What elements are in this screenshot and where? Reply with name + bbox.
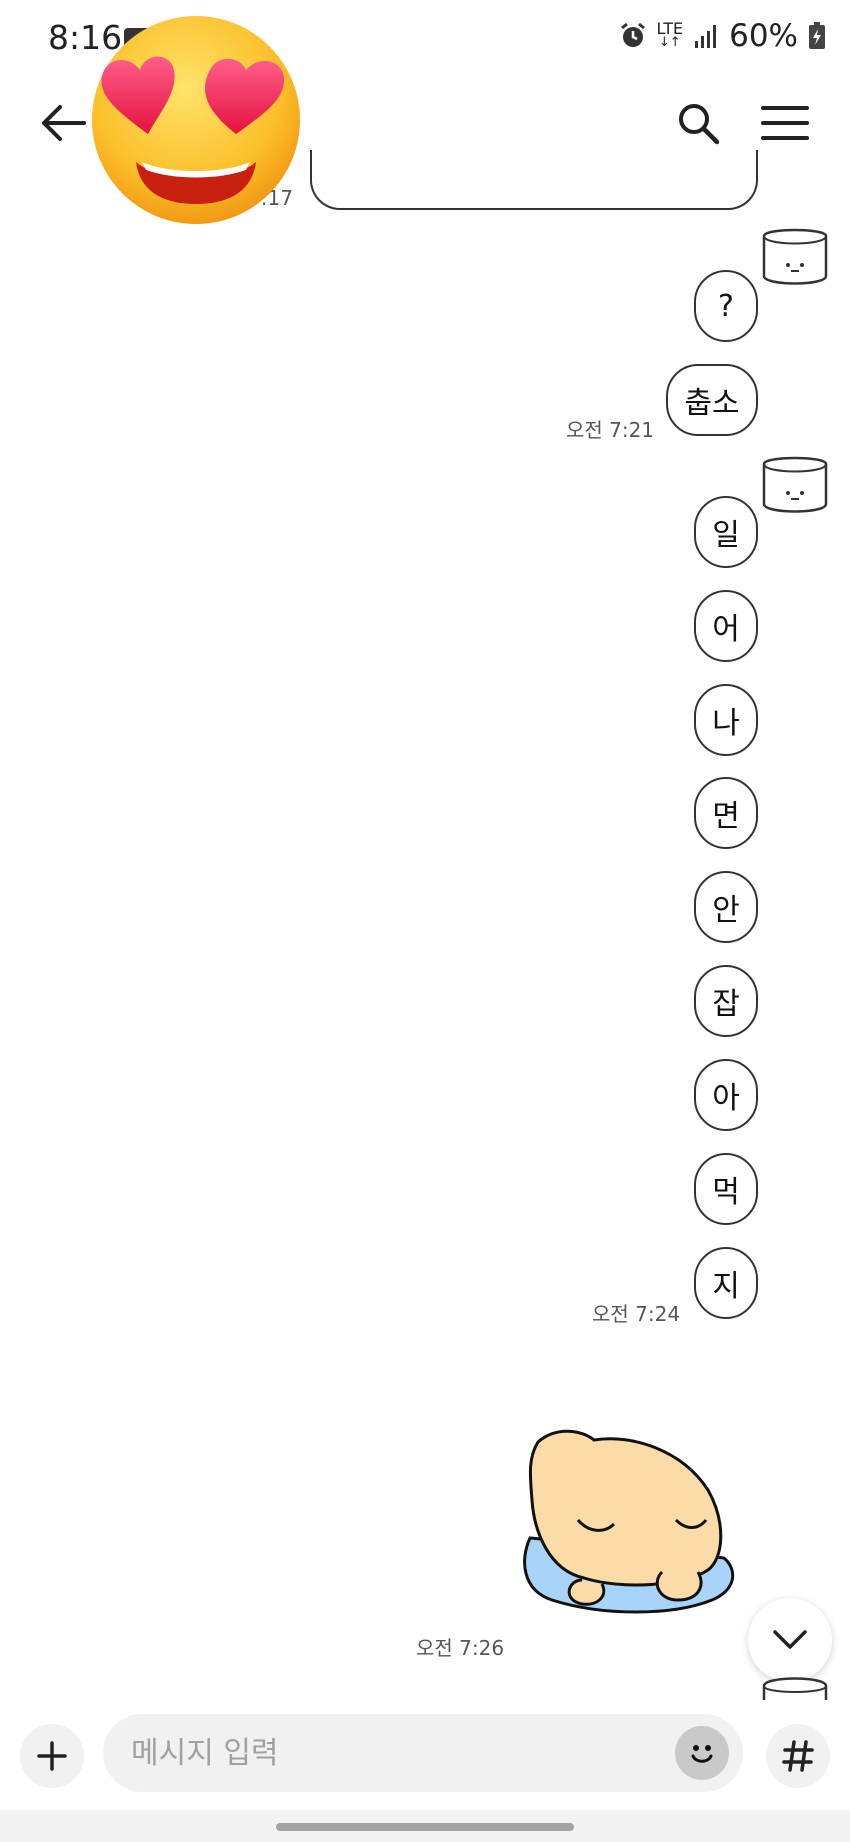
- message-bubble[interactable]: 안: [694, 871, 758, 943]
- chevron-down-icon: [773, 1630, 807, 1649]
- message-time: 오전 7:26: [416, 1636, 505, 1660]
- alarm-icon: [620, 22, 645, 47]
- back-button[interactable]: [30, 90, 96, 156]
- sender-avatar[interactable]: [758, 452, 832, 518]
- network-type: LTE ↓↑: [656, 19, 684, 50]
- battery-icon: [809, 22, 825, 49]
- battery-percent: 60%: [729, 18, 798, 54]
- scroll-to-bottom-button[interactable]: [748, 1598, 832, 1682]
- emoji-button[interactable]: [675, 1726, 729, 1780]
- message-input[interactable]: [129, 1734, 653, 1772]
- message-bubble[interactable]: 먹: [694, 1153, 758, 1225]
- smile-icon: [691, 1745, 713, 1763]
- message-bubble[interactable]: 잡: [694, 965, 758, 1037]
- message-bubble[interactable]: 면: [694, 777, 758, 849]
- status-indicators: LTE ↓↑ 60%: [619, 18, 827, 54]
- message-bubble[interactable]: 어: [694, 590, 758, 662]
- message-bubble[interactable]: 일: [694, 496, 758, 568]
- partial-message-bubble: [310, 150, 758, 210]
- message-time: 오전 7:21: [566, 418, 655, 442]
- message-time: 오전 7:24: [592, 1302, 681, 1326]
- message-bubble[interactable]: 나: [694, 684, 758, 756]
- sender-avatar: [762, 1677, 828, 1702]
- search-icon: [679, 104, 720, 145]
- hamburger-menu-icon: [761, 106, 809, 140]
- hash-icon: [782, 1740, 814, 1772]
- menu-button[interactable]: [750, 90, 820, 156]
- message-input-container: [103, 1714, 743, 1792]
- message-bubble[interactable]: 춥소: [666, 364, 758, 436]
- message-bubble[interactable]: 아: [694, 1059, 758, 1131]
- signal-icon: [695, 25, 717, 48]
- plus-icon: [37, 1741, 67, 1771]
- heart-eyes-emoji-icon: [92, 16, 300, 224]
- message-bubble[interactable]: 지: [694, 1247, 758, 1319]
- arrow-left-icon: [42, 105, 86, 141]
- search-button[interactable]: [665, 90, 731, 156]
- attach-button[interactable]: [20, 1724, 84, 1788]
- home-indicator[interactable]: [276, 1823, 574, 1831]
- message-bubble[interactable]: ?: [694, 270, 758, 342]
- sender-avatar[interactable]: [758, 224, 832, 290]
- sleeping-bear-sticker[interactable]: [512, 1420, 742, 1620]
- hashtag-button[interactable]: [766, 1724, 830, 1788]
